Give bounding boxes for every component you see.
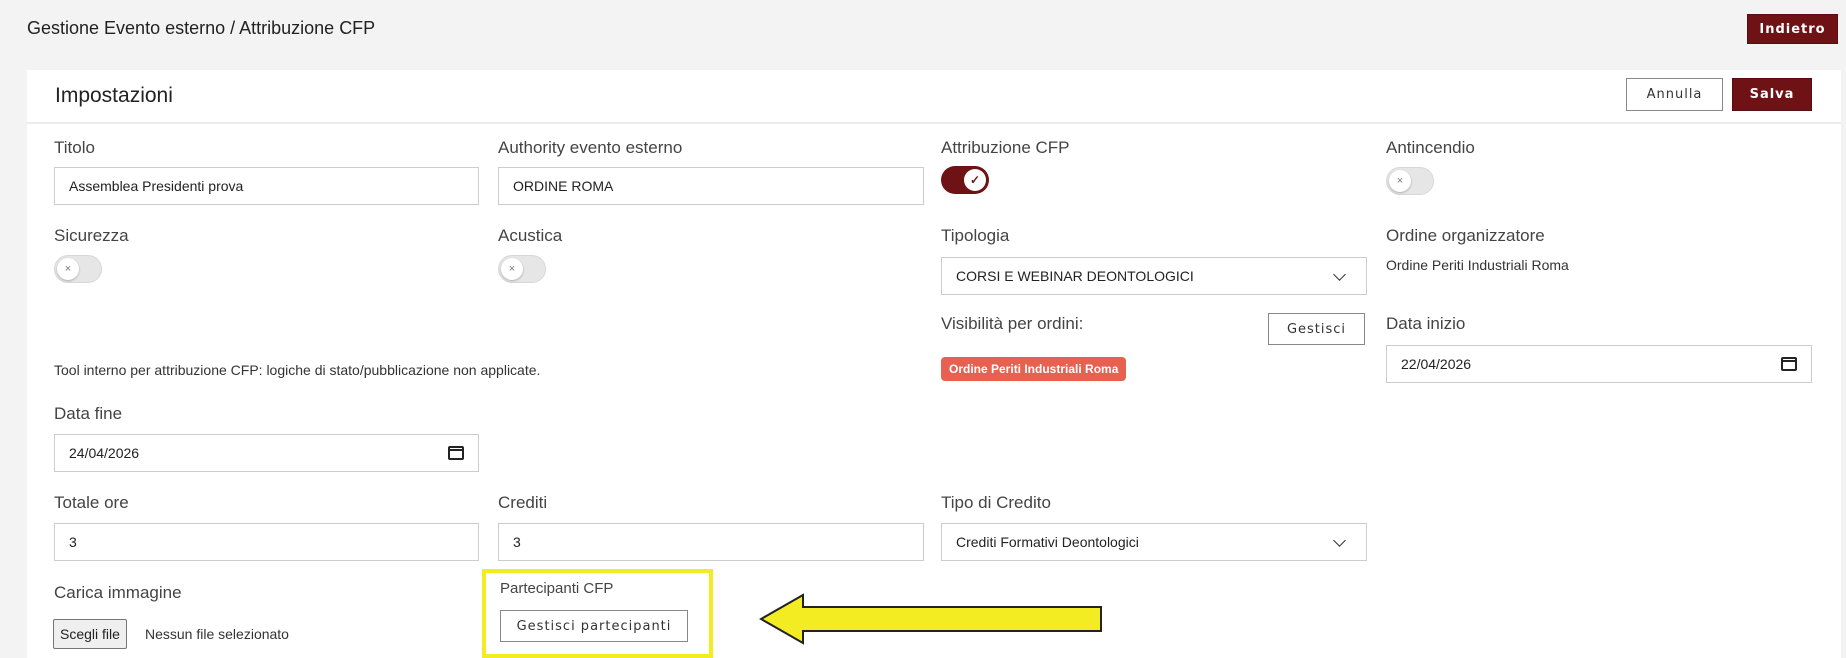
- calendar-icon[interactable]: [1781, 357, 1797, 371]
- sicurezza-toggle[interactable]: ×: [54, 255, 102, 283]
- totale-ore-value: 3: [69, 534, 77, 550]
- antincendio-toggle[interactable]: ×: [1386, 167, 1434, 195]
- sicurezza-label: Sicurezza: [54, 226, 129, 245]
- tipologia-select[interactable]: CORSI E WEBINAR DEONTOLOGICI: [941, 257, 1367, 295]
- cancel-button[interactable]: Annulla: [1626, 78, 1723, 111]
- page-title: Gestione Evento esterno / Attribuzione C…: [27, 18, 376, 38]
- tipologia-label: Tipologia: [941, 226, 1010, 245]
- crediti-value: 3: [513, 534, 521, 550]
- data-inizio-value: 22/04/2026: [1401, 356, 1472, 372]
- tipo-credito-label: Tipo di Credito: [941, 493, 1051, 512]
- titolo-label: Titolo: [54, 138, 95, 157]
- tipo-credito-select[interactable]: Crediti Formativi Deontologici: [941, 523, 1367, 561]
- attribuzione-cfp-toggle[interactable]: ✓: [941, 166, 989, 194]
- partecipanti-label: Partecipanti CFP: [500, 580, 614, 597]
- back-button[interactable]: Indietro: [1747, 14, 1838, 44]
- panel-title: Impostazioni: [55, 84, 173, 107]
- crediti-input[interactable]: 3: [498, 523, 924, 561]
- visibilita-chip: Ordine Periti Industriali Roma: [941, 357, 1127, 381]
- x-icon: ×: [501, 258, 523, 280]
- file-status: Nessun file selezionato: [145, 626, 289, 642]
- calendar-icon[interactable]: [448, 446, 464, 460]
- x-icon: ×: [1389, 170, 1411, 192]
- ordine-organizzatore-label: Ordine organizzatore: [1386, 226, 1545, 245]
- visibilita-manage-button[interactable]: Gestisci: [1268, 313, 1365, 345]
- authority-value: ORDINE ROMA: [513, 178, 614, 194]
- attribuzione-cfp-label: Attribuzione CFP: [941, 138, 1070, 157]
- carica-immagine-label: Carica immagine: [54, 583, 182, 602]
- visibilita-label: Visibilità per ordini:: [941, 314, 1084, 333]
- authority-label: Authority evento esterno: [498, 138, 683, 157]
- acustica-toggle[interactable]: ×: [498, 255, 546, 283]
- tipo-credito-value: Crediti Formativi Deontologici: [956, 534, 1139, 550]
- totale-ore-label: Totale ore: [54, 493, 129, 512]
- choose-file-button[interactable]: Scegli file: [53, 619, 127, 649]
- crediti-label: Crediti: [498, 493, 548, 512]
- cfp-note: Tool interno per attribuzione CFP: logic…: [54, 362, 541, 378]
- tipologia-value: CORSI E WEBINAR DEONTOLOGICI: [956, 268, 1194, 284]
- data-inizio-label: Data inizio: [1386, 314, 1466, 333]
- save-button[interactable]: Salva: [1732, 78, 1812, 111]
- chevron-down-icon: [1333, 267, 1346, 281]
- titolo-value: Assemblea Presidenti prova: [69, 178, 244, 194]
- data-fine-value: 24/04/2026: [69, 445, 140, 461]
- data-fine-input[interactable]: 24/04/2026: [54, 434, 479, 472]
- manage-participants-button[interactable]: Gestisci partecipanti: [500, 610, 688, 642]
- titolo-input[interactable]: Assemblea Presidenti prova: [54, 167, 479, 205]
- check-icon: ✓: [964, 169, 986, 191]
- data-fine-label: Data fine: [54, 404, 123, 423]
- panel-header: Impostazioni Annulla Salva: [27, 70, 1841, 124]
- ordine-organizzatore-value: Ordine Periti Industriali Roma: [1386, 257, 1569, 273]
- authority-input[interactable]: ORDINE ROMA: [498, 167, 924, 205]
- totale-ore-input[interactable]: 3: [54, 523, 479, 561]
- acustica-label: Acustica: [498, 226, 563, 245]
- antincendio-label: Antincendio: [1386, 138, 1475, 157]
- arrow-left-icon: [758, 593, 1102, 645]
- x-icon: ×: [57, 258, 79, 280]
- data-inizio-input[interactable]: 22/04/2026: [1386, 345, 1812, 383]
- chevron-down-icon: [1333, 533, 1346, 547]
